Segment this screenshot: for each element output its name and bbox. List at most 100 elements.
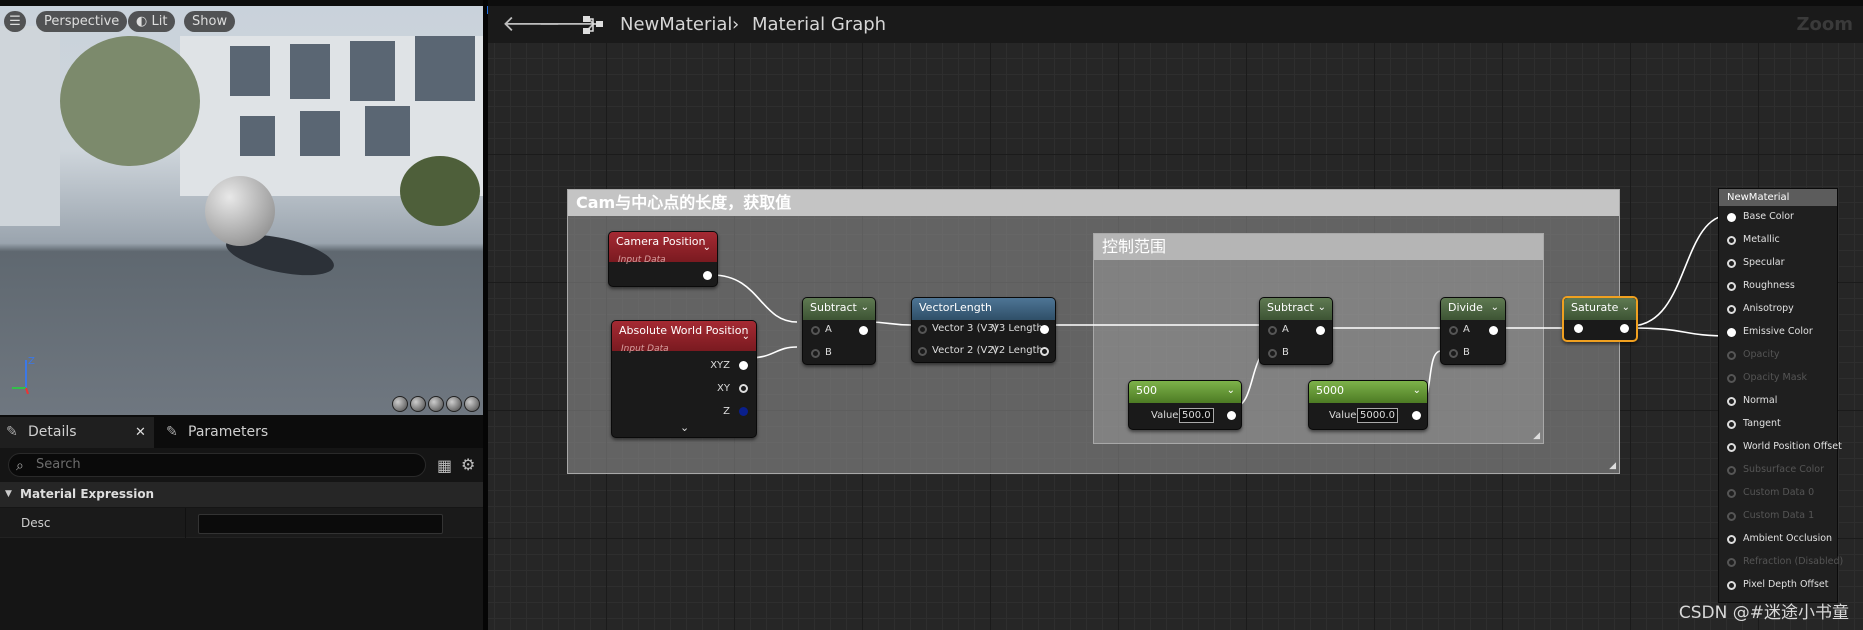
result-pin-row[interactable]: Opacity xyxy=(1719,346,1780,364)
node-vector-length[interactable]: VectorLength Vector 3 (V3) V3 Length Vec… xyxy=(911,297,1056,363)
input-pin[interactable] xyxy=(1727,259,1736,268)
input-pin[interactable] xyxy=(1727,466,1736,475)
breadcrumb-material[interactable]: NewMaterial xyxy=(620,14,732,35)
result-pin-row[interactable]: Opacity Mask xyxy=(1719,369,1807,387)
output-pin[interactable] xyxy=(703,271,712,280)
value-input[interactable]: 500.0 xyxy=(1179,408,1214,423)
output-pin[interactable] xyxy=(1412,411,1421,420)
close-icon[interactable]: ✕ xyxy=(135,417,146,448)
node-saturate[interactable]: Saturate ⌄ xyxy=(1562,296,1638,342)
output-pin[interactable] xyxy=(1316,326,1325,335)
cube-preview-icon[interactable] xyxy=(446,396,462,412)
output-pin[interactable] xyxy=(1227,411,1236,420)
plane-preview-icon[interactable] xyxy=(428,396,444,412)
input-pin-b[interactable] xyxy=(1268,349,1277,358)
comment-title[interactable]: Cam与中心点的长度，获取值 xyxy=(568,190,1619,216)
node-header[interactable]: Subtract ⌄ xyxy=(803,298,875,320)
node-absolute-world-position[interactable]: Absolute World Position Input Data ⌄ XYZ… xyxy=(611,320,757,438)
result-pin-row[interactable]: Normal xyxy=(1719,392,1777,410)
result-pin-row[interactable]: Custom Data 0 xyxy=(1719,484,1814,502)
input-pin-a[interactable] xyxy=(1449,326,1458,335)
gear-icon[interactable]: ⚙ xyxy=(461,455,475,474)
result-pin-row[interactable]: Specular xyxy=(1719,254,1785,272)
input-pin[interactable] xyxy=(1727,282,1736,291)
node-subtract[interactable]: Subtract ⌄ A B xyxy=(1259,297,1333,365)
show-button[interactable]: Show xyxy=(184,11,236,32)
node-divide[interactable]: Divide ⌄ A B xyxy=(1440,297,1506,365)
input-pin[interactable] xyxy=(1727,236,1736,245)
result-pin-row[interactable]: Base Color xyxy=(1719,208,1794,226)
chevron-down-icon[interactable]: ⌄ xyxy=(861,298,869,318)
chevron-down-icon[interactable]: ⌄ xyxy=(703,238,711,258)
desc-input[interactable] xyxy=(198,514,443,534)
input-pin-a[interactable] xyxy=(811,326,820,335)
node-subtract[interactable]: Subtract ⌄ A B xyxy=(802,297,876,365)
result-pin-row[interactable]: Anisotropy xyxy=(1719,300,1794,318)
value-input[interactable]: 5000.0 xyxy=(1357,408,1398,423)
input-pin-v2[interactable] xyxy=(918,347,927,356)
result-pin-row[interactable]: Ambient Occlusion xyxy=(1719,530,1832,548)
node-header[interactable]: VectorLength xyxy=(912,298,1055,320)
node-header[interactable]: Absolute World Position Input Data ⌄ xyxy=(612,321,756,354)
input-pin-b[interactable] xyxy=(811,349,820,358)
column-divider[interactable] xyxy=(185,508,186,538)
input-pin[interactable] xyxy=(1727,397,1736,406)
node-header[interactable]: Camera Position Input Data ⌄ xyxy=(609,232,717,265)
viewport-menu-button[interactable]: ☰ xyxy=(4,11,26,32)
result-node-title[interactable]: NewMaterial xyxy=(1719,189,1837,206)
teapot-preview-icon[interactable] xyxy=(464,396,480,412)
result-pin-row[interactable]: Metallic xyxy=(1719,231,1780,249)
input-pin-v3[interactable] xyxy=(918,325,927,334)
input-pin[interactable] xyxy=(1727,213,1736,222)
chevron-down-icon[interactable]: ⌄ xyxy=(1622,298,1630,318)
input-pin[interactable] xyxy=(1727,374,1736,383)
output-pin-xyz[interactable] xyxy=(739,361,748,370)
category-material-expression[interactable]: ▼ Material Expression xyxy=(0,482,483,507)
input-pin[interactable] xyxy=(1727,420,1736,429)
chevron-down-icon[interactable]: ⌄ xyxy=(742,327,750,347)
result-pin-row[interactable]: Tangent xyxy=(1719,415,1781,433)
sphere-preview-icon[interactable] xyxy=(410,396,426,412)
output-pin-xy[interactable] xyxy=(739,384,748,393)
input-pin[interactable] xyxy=(1727,581,1736,590)
output-pin-z[interactable] xyxy=(739,407,748,416)
input-pin-b[interactable] xyxy=(1449,349,1458,358)
node-header[interactable]: 500 ⌄ xyxy=(1129,381,1241,403)
input-pin[interactable] xyxy=(1727,558,1736,567)
output-pin[interactable] xyxy=(1489,326,1498,335)
node-camera-position[interactable]: Camera Position Input Data ⌄ xyxy=(608,231,718,287)
result-pin-row[interactable]: Custom Data 1 xyxy=(1719,507,1814,525)
output-pin[interactable] xyxy=(1620,324,1629,333)
node-constant-5000[interactable]: 5000 ⌄ Value 5000.0 xyxy=(1308,380,1428,430)
result-pin-row[interactable]: Pixel Depth Offset xyxy=(1719,576,1829,594)
breadcrumb-graph[interactable]: Material Graph xyxy=(752,14,886,35)
output-pin-v3[interactable] xyxy=(1040,325,1049,334)
search-input[interactable]: ⌕ Search xyxy=(8,453,426,477)
result-node[interactable]: NewMaterial Base Color Metallic Specular Ro… xyxy=(1718,188,1843,603)
output-pin-v2[interactable] xyxy=(1040,347,1049,356)
result-pin-row[interactable]: Roughness xyxy=(1719,277,1795,295)
resize-handle-icon[interactable]: ◢ xyxy=(1533,431,1540,441)
node-header[interactable]: Saturate ⌄ xyxy=(1564,298,1636,320)
resize-handle-icon[interactable]: ◢ xyxy=(1609,461,1616,471)
input-pin[interactable] xyxy=(1727,328,1736,337)
comment-title[interactable]: 控制范围 xyxy=(1094,234,1543,260)
input-pin[interactable] xyxy=(1727,305,1736,314)
lit-button[interactable]: ◐ Lit xyxy=(128,11,176,32)
tab-details[interactable]: ✎ Details ✕ xyxy=(0,417,154,448)
node-header[interactable]: 5000 ⌄ xyxy=(1309,381,1427,403)
result-pin-row[interactable]: Emissive Color xyxy=(1719,323,1813,341)
input-pin[interactable] xyxy=(1727,351,1736,360)
cylinder-preview-icon[interactable] xyxy=(392,396,408,412)
input-pin[interactable] xyxy=(1574,324,1583,333)
input-pin[interactable] xyxy=(1727,489,1736,498)
input-pin[interactable] xyxy=(1727,443,1736,452)
chevron-down-icon[interactable]: ⌄ xyxy=(1413,381,1421,401)
input-pin[interactable] xyxy=(1727,512,1736,521)
output-pin[interactable] xyxy=(859,326,868,335)
tab-parameters[interactable]: ✎ Parameters xyxy=(160,417,320,448)
result-pin-row[interactable]: Subsurface Color xyxy=(1719,461,1824,479)
input-pin[interactable] xyxy=(1727,535,1736,544)
node-constant-500[interactable]: 500 ⌄ Value 500.0 xyxy=(1128,380,1242,430)
chevron-down-icon[interactable]: ⌄ xyxy=(1491,298,1499,318)
